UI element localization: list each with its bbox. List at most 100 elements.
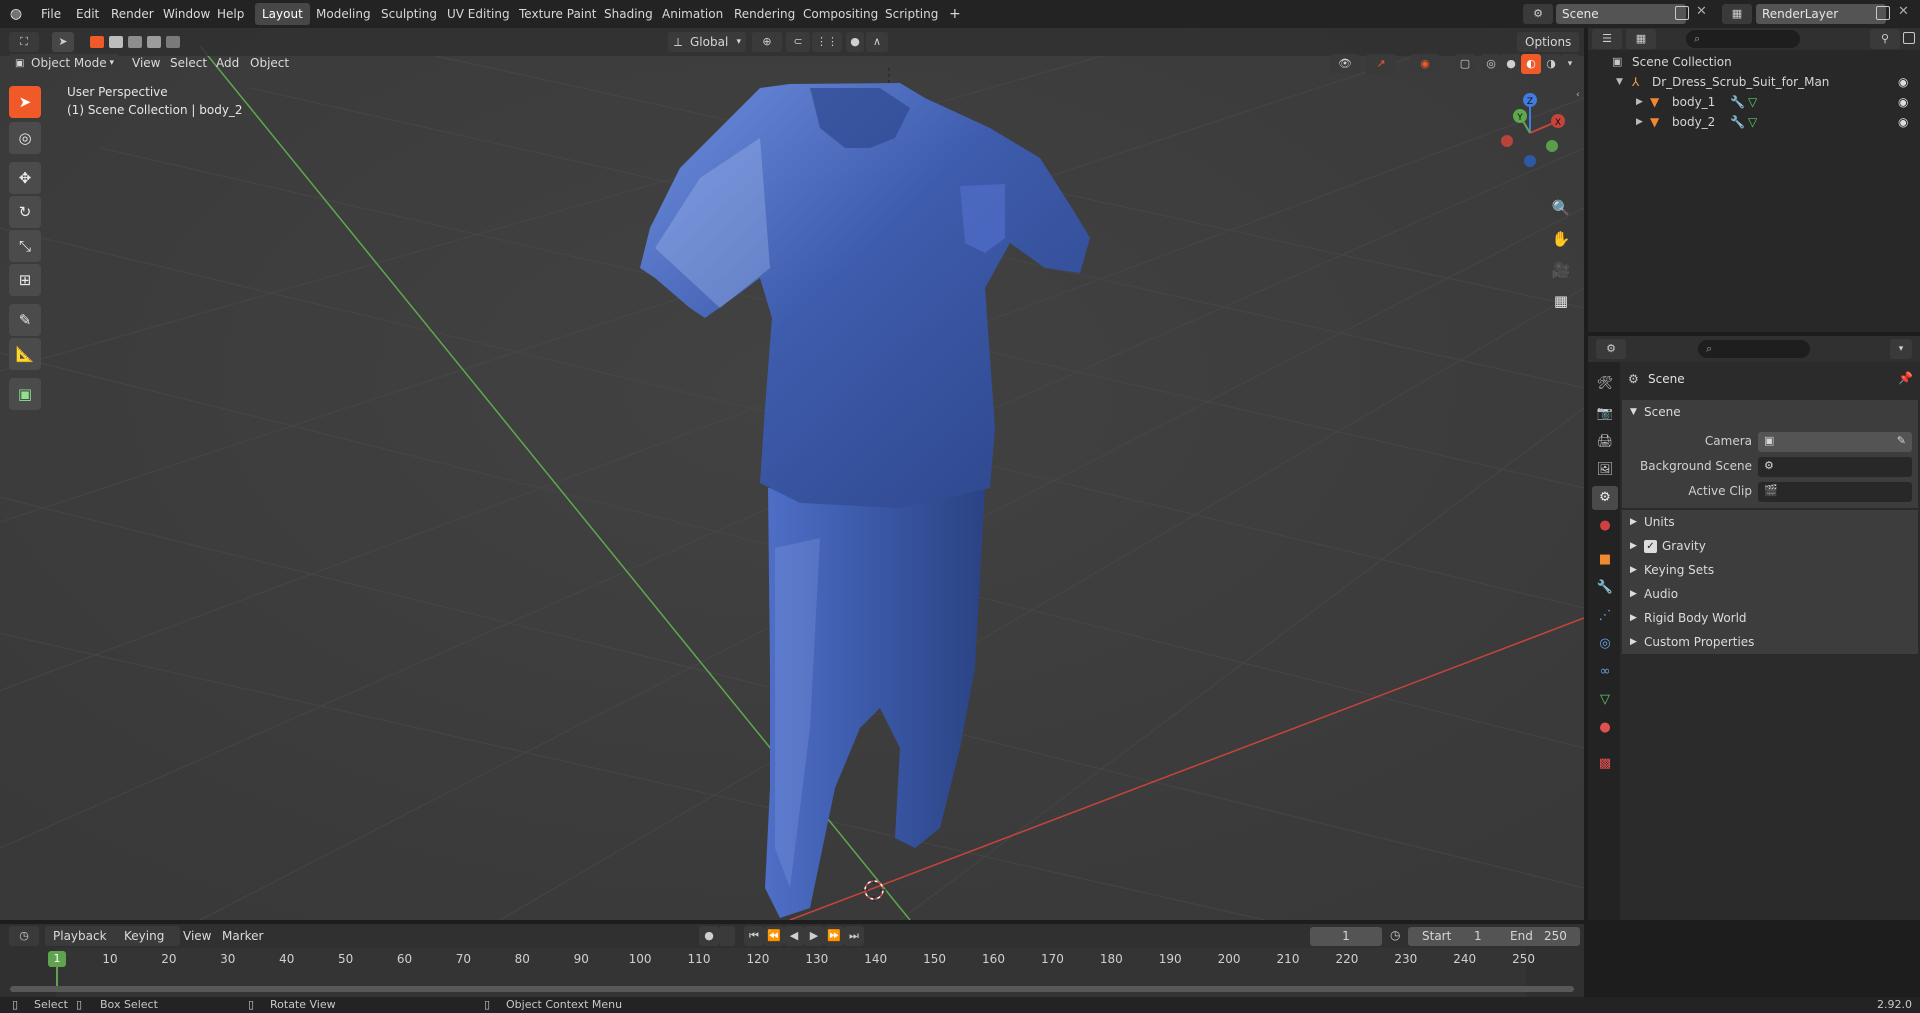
view-layer-name-field[interactable]: RenderLayer	[1756, 4, 1886, 24]
navigation-gizmo[interactable]: Z Y X	[1490, 88, 1570, 168]
snap-target-icon[interactable]: ⋮⋮	[812, 32, 842, 52]
tab-scene-icon[interactable]: ⚙	[1592, 486, 1618, 510]
tab-render-icon[interactable]: 📷	[1592, 402, 1618, 426]
tab-output-icon[interactable]: 🖨	[1592, 430, 1618, 454]
tab-texture-paint[interactable]: Texture Paint	[512, 3, 603, 25]
tab-animation[interactable]: Animation	[655, 3, 730, 25]
eyedropper-icon[interactable]: ✎	[1897, 434, 1906, 447]
tab-layout[interactable]: Layout	[255, 3, 310, 25]
tab-constraints-icon[interactable]: ∞	[1592, 660, 1618, 684]
select-tool-mode-icon[interactable]: ➤	[52, 32, 74, 52]
view-layer-selector-icon[interactable]: ▦	[1722, 4, 1752, 24]
timeline-menu-marker[interactable]: Marker	[214, 926, 271, 946]
shading-wireframe-icon[interactable]: ◎	[1481, 54, 1501, 74]
object-mode-dropdown[interactable]: ▣ Object Mode ▾	[9, 54, 119, 73]
tab-material-icon[interactable]: ●	[1592, 716, 1618, 740]
new-scene-icon[interactable]	[1675, 6, 1689, 20]
3d-viewport[interactable]: ⛶ ➤ ⟂ Global ▾ ⊕ ⊂ ⋮⋮ ● ∧ Options ▣ Obje…	[0, 28, 1584, 920]
delete-scene-icon[interactable]: ✕	[1696, 4, 1707, 19]
proportional-falloff-icon[interactable]: ∧	[866, 32, 888, 52]
units-panel[interactable]: ▶ Units	[1622, 510, 1918, 534]
properties-options-icon[interactable]: ▾	[1890, 339, 1912, 359]
tool-select-box-icon[interactable]: ➤	[9, 86, 41, 118]
select-invert-icon[interactable]	[147, 36, 161, 48]
sidebar-toggle-icon[interactable]: ‹	[1576, 90, 1580, 100]
jump-start-icon[interactable]: ⏮	[744, 926, 764, 946]
outliner-search-input[interactable]: ⌕	[1686, 30, 1800, 48]
timeline-editor-type-icon[interactable]: ◷	[9, 926, 39, 946]
preview-range-icon[interactable]: ◷	[1390, 928, 1400, 942]
jump-end-icon[interactable]: ⏭	[844, 926, 864, 946]
play-reverse-icon[interactable]: ◀	[784, 926, 804, 946]
orthographic-toggle-icon[interactable]: ▦	[1547, 287, 1575, 315]
tool-add-cube-icon[interactable]: ▣	[9, 378, 41, 410]
xray-toggle-icon[interactable]: ▢	[1455, 54, 1475, 74]
options-dropdown[interactable]: Options	[1517, 32, 1579, 52]
scene-panel-header[interactable]: ▼ Scene	[1622, 400, 1918, 424]
outliner-row-body-2[interactable]: ▶ ▼ body_2 🔧 ▽ ◉	[1588, 112, 1920, 132]
viewport-menu-object[interactable]: Object	[242, 53, 297, 73]
outliner-row-scene-collection[interactable]: ▣ Scene Collection	[1588, 52, 1920, 72]
outliner-editor-type-icon[interactable]: ☰	[1592, 29, 1622, 49]
properties-editor-type-icon[interactable]: ⚙	[1596, 339, 1626, 359]
tool-annotate-icon[interactable]: ✎	[9, 304, 41, 336]
tab-physics-icon[interactable]: ◎	[1592, 632, 1618, 656]
keying-sets-panel[interactable]: ▶ Keying Sets	[1622, 558, 1918, 582]
outliner-row-dr-dress[interactable]: ▼ ⅄ Dr_Dress_Scrub_Suit_for_Man ◉	[1588, 72, 1920, 92]
shading-rendered-icon[interactable]: ◑	[1541, 54, 1561, 74]
pan-hand-icon[interactable]: ✋	[1547, 225, 1575, 253]
tab-scripting[interactable]: Scripting	[878, 3, 945, 25]
playhead[interactable]: 1	[48, 951, 66, 967]
active-clip-field[interactable]: 🎬	[1758, 482, 1912, 502]
shading-solid-icon[interactable]: ●	[1501, 54, 1521, 74]
select-extend-icon[interactable]	[109, 36, 123, 48]
tab-rendering[interactable]: Rendering	[727, 3, 802, 25]
tab-modeling[interactable]: Modeling	[309, 3, 378, 25]
visibility-eye-icon[interactable]: ◉	[1898, 72, 1908, 92]
tab-shading[interactable]: Shading	[597, 3, 660, 25]
select-subtract-icon[interactable]	[128, 36, 142, 48]
menu-help[interactable]: Help	[210, 4, 251, 24]
tab-world-icon[interactable]: ●	[1592, 514, 1618, 538]
audio-panel[interactable]: ▶ Audio	[1622, 582, 1918, 606]
camera-field[interactable]: ▣ ✎	[1758, 432, 1912, 452]
visibility-filter-icon[interactable]: 👁	[1330, 54, 1360, 74]
visibility-eye-icon[interactable]: ◉	[1898, 112, 1908, 132]
scene-selector-icon[interactable]: ⚙	[1523, 4, 1553, 24]
properties-search-input[interactable]: ⌕	[1698, 340, 1810, 358]
background-scene-field[interactable]: ⚙	[1758, 457, 1912, 477]
tab-view-layer-icon[interactable]: 🖼	[1592, 458, 1618, 482]
tab-particles-icon[interactable]: ⋰	[1592, 604, 1618, 628]
tab-sculpting[interactable]: Sculpting	[374, 3, 444, 25]
tab-uv-editing[interactable]: UV Editing	[440, 3, 517, 25]
shading-options-icon[interactable]: ▾	[1561, 54, 1579, 74]
timeline-menu-playback[interactable]: Playback	[45, 926, 123, 946]
record-keyframe-icon[interactable]: ●	[699, 926, 719, 946]
select-new-icon[interactable]	[90, 36, 104, 48]
tab-texture-icon[interactable]: ▩	[1592, 752, 1618, 776]
timeline-menu-view[interactable]: View	[175, 926, 219, 946]
tool-cursor-icon[interactable]: ◎	[9, 122, 41, 154]
pivot-point-icon[interactable]: ⊕	[752, 32, 782, 52]
zoom-icon[interactable]: 🔍	[1547, 194, 1575, 222]
snap-toggle-icon[interactable]: ⊂	[786, 32, 810, 52]
tool-rotate-icon[interactable]: ↻	[9, 196, 41, 228]
outliner-new-collection-icon[interactable]	[1903, 32, 1915, 44]
end-value[interactable]: 250	[1544, 927, 1567, 946]
gravity-checkbox[interactable]: ✓	[1644, 540, 1657, 553]
tool-measure-icon[interactable]: 📐	[9, 338, 41, 370]
shading-material-icon[interactable]: ◐	[1521, 54, 1541, 74]
overlays-toggle-icon[interactable]: ◉	[1410, 54, 1440, 74]
scene-name-field[interactable]: Scene	[1556, 4, 1686, 24]
outliner-display-mode-icon[interactable]: ▦	[1626, 29, 1656, 49]
new-view-layer-icon[interactable]	[1876, 6, 1890, 20]
rigid-body-world-panel[interactable]: ▶ Rigid Body World	[1622, 606, 1918, 630]
tab-compositing[interactable]: Compositing	[796, 3, 885, 25]
auto-keying-options-icon[interactable]	[719, 926, 735, 946]
blender-logo-icon[interactable]: ◍	[6, 4, 26, 24]
visibility-eye-icon[interactable]: ◉	[1898, 92, 1908, 112]
menu-file[interactable]: File	[34, 4, 68, 24]
tab-object-icon[interactable]: ■	[1592, 548, 1618, 572]
jump-prev-key-icon[interactable]: ⏪	[764, 926, 784, 946]
outliner-row-body-1[interactable]: ▶ ▼ body_1 🔧 ▽ ◉	[1588, 92, 1920, 112]
